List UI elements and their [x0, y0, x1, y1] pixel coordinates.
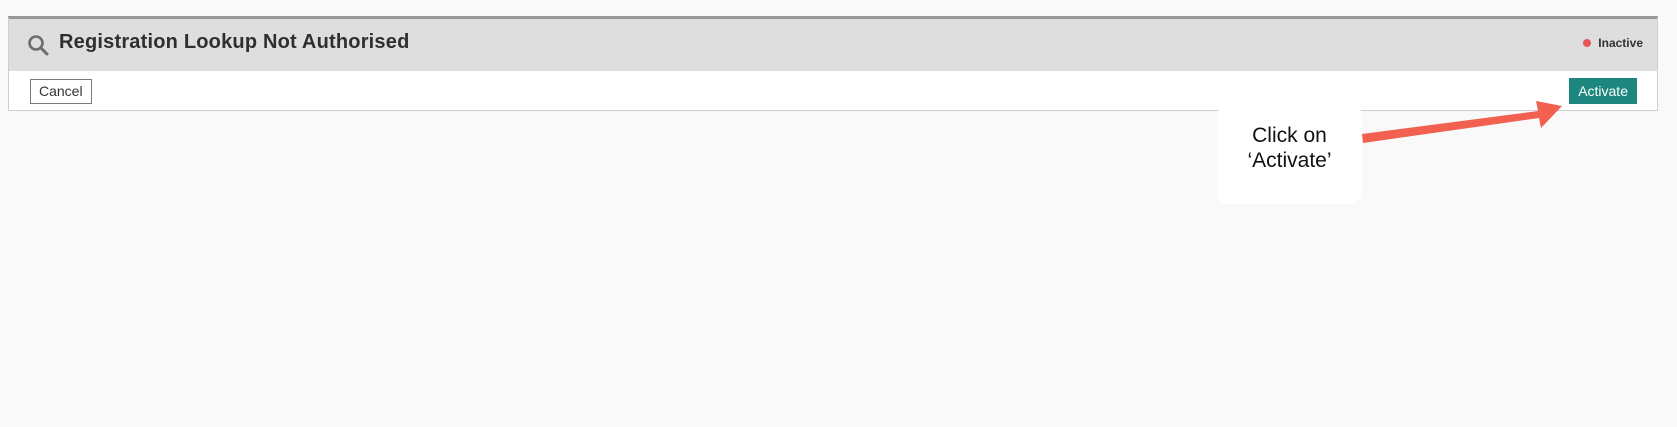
registration-lookup-panel: Registration Lookup Not Authorised Inact… [8, 16, 1658, 111]
cancel-button[interactable]: Cancel [30, 79, 92, 104]
activate-button[interactable]: Activate [1569, 78, 1637, 104]
callout-line-2: ‘Activate’ [1247, 149, 1332, 172]
search-icon [28, 35, 49, 56]
page-title: Registration Lookup Not Authorised [59, 31, 410, 53]
callout-line-1: Click on [1252, 124, 1327, 147]
panel-header: Registration Lookup Not Authorised Inact… [9, 19, 1657, 71]
status-badge: Inactive [1583, 36, 1643, 50]
status-dot-icon [1583, 39, 1592, 47]
status-label: Inactive [1598, 36, 1643, 50]
instruction-callout: Click on ‘Activate’ [1217, 104, 1362, 204]
